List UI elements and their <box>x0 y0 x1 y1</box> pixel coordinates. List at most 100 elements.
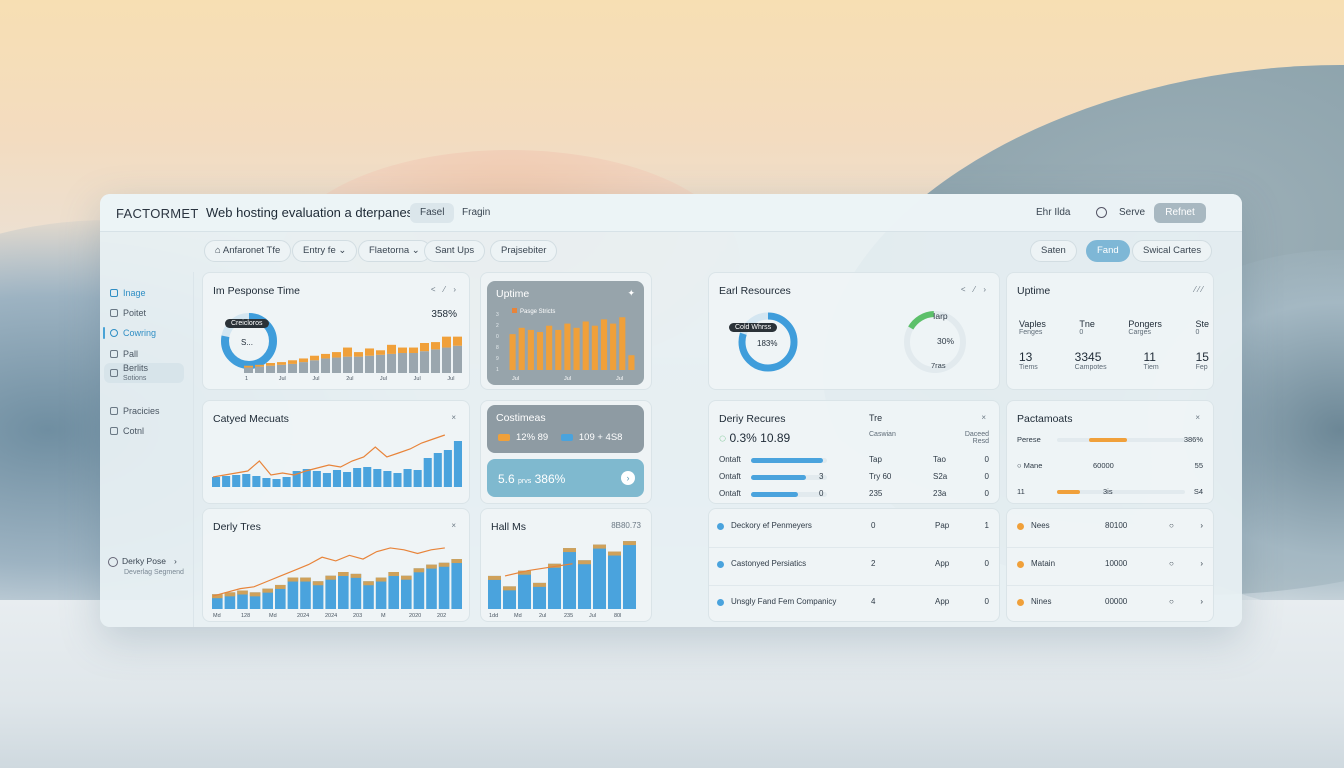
bar <box>242 474 251 487</box>
card-controls[interactable]: ⁄ ⁄ ⁄ <box>1195 285 1203 294</box>
divider <box>1007 585 1213 586</box>
bar <box>628 355 635 370</box>
sidebar-item-pracicies[interactable]: Pracicies <box>110 402 160 420</box>
card-controls[interactable]: 8B80.73 <box>611 521 641 530</box>
tick-label: Jul <box>312 376 319 381</box>
arrow-right-icon[interactable]: › <box>621 471 635 485</box>
bar <box>527 329 534 370</box>
toggle-icon[interactable]: ○ <box>1169 521 1174 530</box>
chevron-right-icon[interactable]: › <box>1200 559 1203 568</box>
bar-cap <box>608 551 621 556</box>
toggle-icon[interactable]: ○ <box>1169 597 1174 606</box>
bar-segment <box>398 347 407 353</box>
list-item[interactable]: Deckory ef Penmeyers 0 Pap 1 <box>709 521 999 548</box>
bar <box>321 358 330 373</box>
filter-chip-2[interactable]: Entry fe ⌄ <box>292 240 358 262</box>
chevron-right-icon[interactable]: › <box>1200 521 1203 530</box>
chevron-right-icon[interactable]: › <box>1200 597 1203 606</box>
filter-chip-1[interactable]: ⌂ Anfaronet Tfe <box>204 240 292 262</box>
response-percent: 358% <box>431 309 457 320</box>
bar-cap <box>300 577 311 582</box>
globe-icon[interactable] <box>1096 207 1107 218</box>
close-icon[interactable]: × <box>451 413 459 422</box>
stat-sub: Fep <box>1195 364 1208 371</box>
bar <box>222 476 231 487</box>
list-item[interactable]: Nees 80100 ○ › <box>1007 521 1213 548</box>
deriy-row[interactable]: Ontaft 0 235 23a 0 <box>719 489 989 501</box>
card-controls[interactable]: < ⁄ › <box>961 285 989 294</box>
close-icon[interactable]: × <box>451 521 459 530</box>
tick-label: Md <box>269 613 277 619</box>
bar-segment <box>310 355 319 361</box>
tick-label: Md <box>514 613 522 619</box>
pact-row[interactable]: Perese 386% <box>1017 435 1203 447</box>
bar <box>420 351 429 373</box>
card-uptime-chart: Uptime ✦ Pasge Stricts 3 2 0 8 9 1 Jul Jul Jul <box>480 272 652 390</box>
costimeas-value-1: 12% 89 <box>516 432 549 443</box>
status-dot <box>1017 561 1024 568</box>
filter-chip-saten[interactable]: Saten <box>1030 240 1077 262</box>
sidebar-item-label: Poitet <box>123 308 147 318</box>
card-title: Derly Tres <box>213 521 261 533</box>
doc-icon <box>110 309 118 317</box>
bar <box>338 572 349 609</box>
sidebar-item-berlits[interactable]: Berlits Sotions <box>104 363 184 383</box>
bar <box>433 453 442 487</box>
chip-fasel[interactable]: Fasel <box>410 203 455 223</box>
sidebar-item-cotnl[interactable]: Cotnl <box>110 422 144 440</box>
top-bar: FACTORMET Web hosting evaluation a dterp… <box>100 194 1242 232</box>
plus-icon[interactable]: ✦ <box>627 288 635 299</box>
filter-chip-4[interactable]: Sant Ups <box>424 240 486 262</box>
toggle-icon[interactable]: ○ <box>1169 559 1174 568</box>
bar <box>343 472 352 487</box>
bar-cap <box>563 548 576 553</box>
sidebar-item-poitet[interactable]: Poitet <box>110 304 146 322</box>
sidebar-item-pall[interactable]: Pall <box>110 345 138 363</box>
sidebar-item-label: Berlits <box>123 363 149 373</box>
item-value: 0 <box>984 559 989 568</box>
bar <box>610 323 617 370</box>
card-controls[interactable]: < ⁄ › <box>431 285 459 294</box>
row-value-a: 235 <box>869 489 883 498</box>
filter-chip-3[interactable]: Flaetorna ⌄ <box>358 240 431 262</box>
bar-cap <box>388 572 399 576</box>
card-title: Uptime <box>496 288 530 300</box>
filter-chip-fand[interactable]: Fand <box>1086 240 1130 262</box>
list-item[interactable]: Nines 00000 ○ › <box>1017 597 1203 611</box>
share-button[interactable]: Serve <box>1119 207 1145 218</box>
list-item[interactable]: Castonyed Persiatics 2 App 0 <box>709 559 999 586</box>
row-number: 55 <box>1194 461 1203 470</box>
bar <box>423 458 432 487</box>
filter-chip-swical[interactable]: Swical Cartes <box>1132 240 1213 262</box>
teal-metric-panel[interactable]: 5.6 prvs 386% › <box>487 459 644 497</box>
item-value: 00000 <box>1105 597 1128 606</box>
chip-fragin[interactable]: Fragin <box>452 203 500 223</box>
bar <box>582 321 589 370</box>
filter-chip-5[interactable]: Prajsebiter <box>490 240 558 262</box>
bar-segment <box>431 342 440 350</box>
user-label[interactable]: Ehr Ilda <box>1036 207 1070 218</box>
list-item[interactable]: Unsgly Fand Fem Companicy 4 App 0 <box>717 597 989 611</box>
list-item[interactable]: Matain 10000 ○ › <box>1007 559 1213 586</box>
bar-segment <box>266 363 275 366</box>
close-icon[interactable]: × <box>981 413 989 422</box>
costimeas-values: 12% 89 109 + 4S8 <box>498 432 622 443</box>
bar <box>300 577 311 609</box>
bar <box>546 325 553 370</box>
bar <box>322 473 331 487</box>
upgrade-button[interactable]: Refnet <box>1154 203 1206 223</box>
sidebar-item-inage[interactable]: Inage <box>110 284 146 302</box>
deriy-row[interactable]: Ontaft 3 Try 60 S2a 0 <box>719 472 989 484</box>
close-icon[interactable]: × <box>1195 413 1203 422</box>
status-dot <box>1017 599 1024 606</box>
pact-row[interactable]: ○ Mane 60000 55 <box>1017 461 1203 473</box>
deriy-big-value: ◌ 0.3% 10.89 <box>719 431 790 445</box>
sidebar-item-cowring[interactable]: Cowring <box>110 324 156 342</box>
bar <box>332 357 341 373</box>
profile[interactable]: Derky Pose › Deverlag Segmend <box>108 556 184 576</box>
item-label: Deckory ef Penmeyers <box>731 521 812 530</box>
row-label: Ontaft <box>719 472 741 481</box>
pact-row[interactable]: 11 3is S4 <box>1017 487 1203 499</box>
deriy-row[interactable]: Ontaft Tap Tao 0 <box>719 455 989 467</box>
clock-icon <box>110 329 118 337</box>
